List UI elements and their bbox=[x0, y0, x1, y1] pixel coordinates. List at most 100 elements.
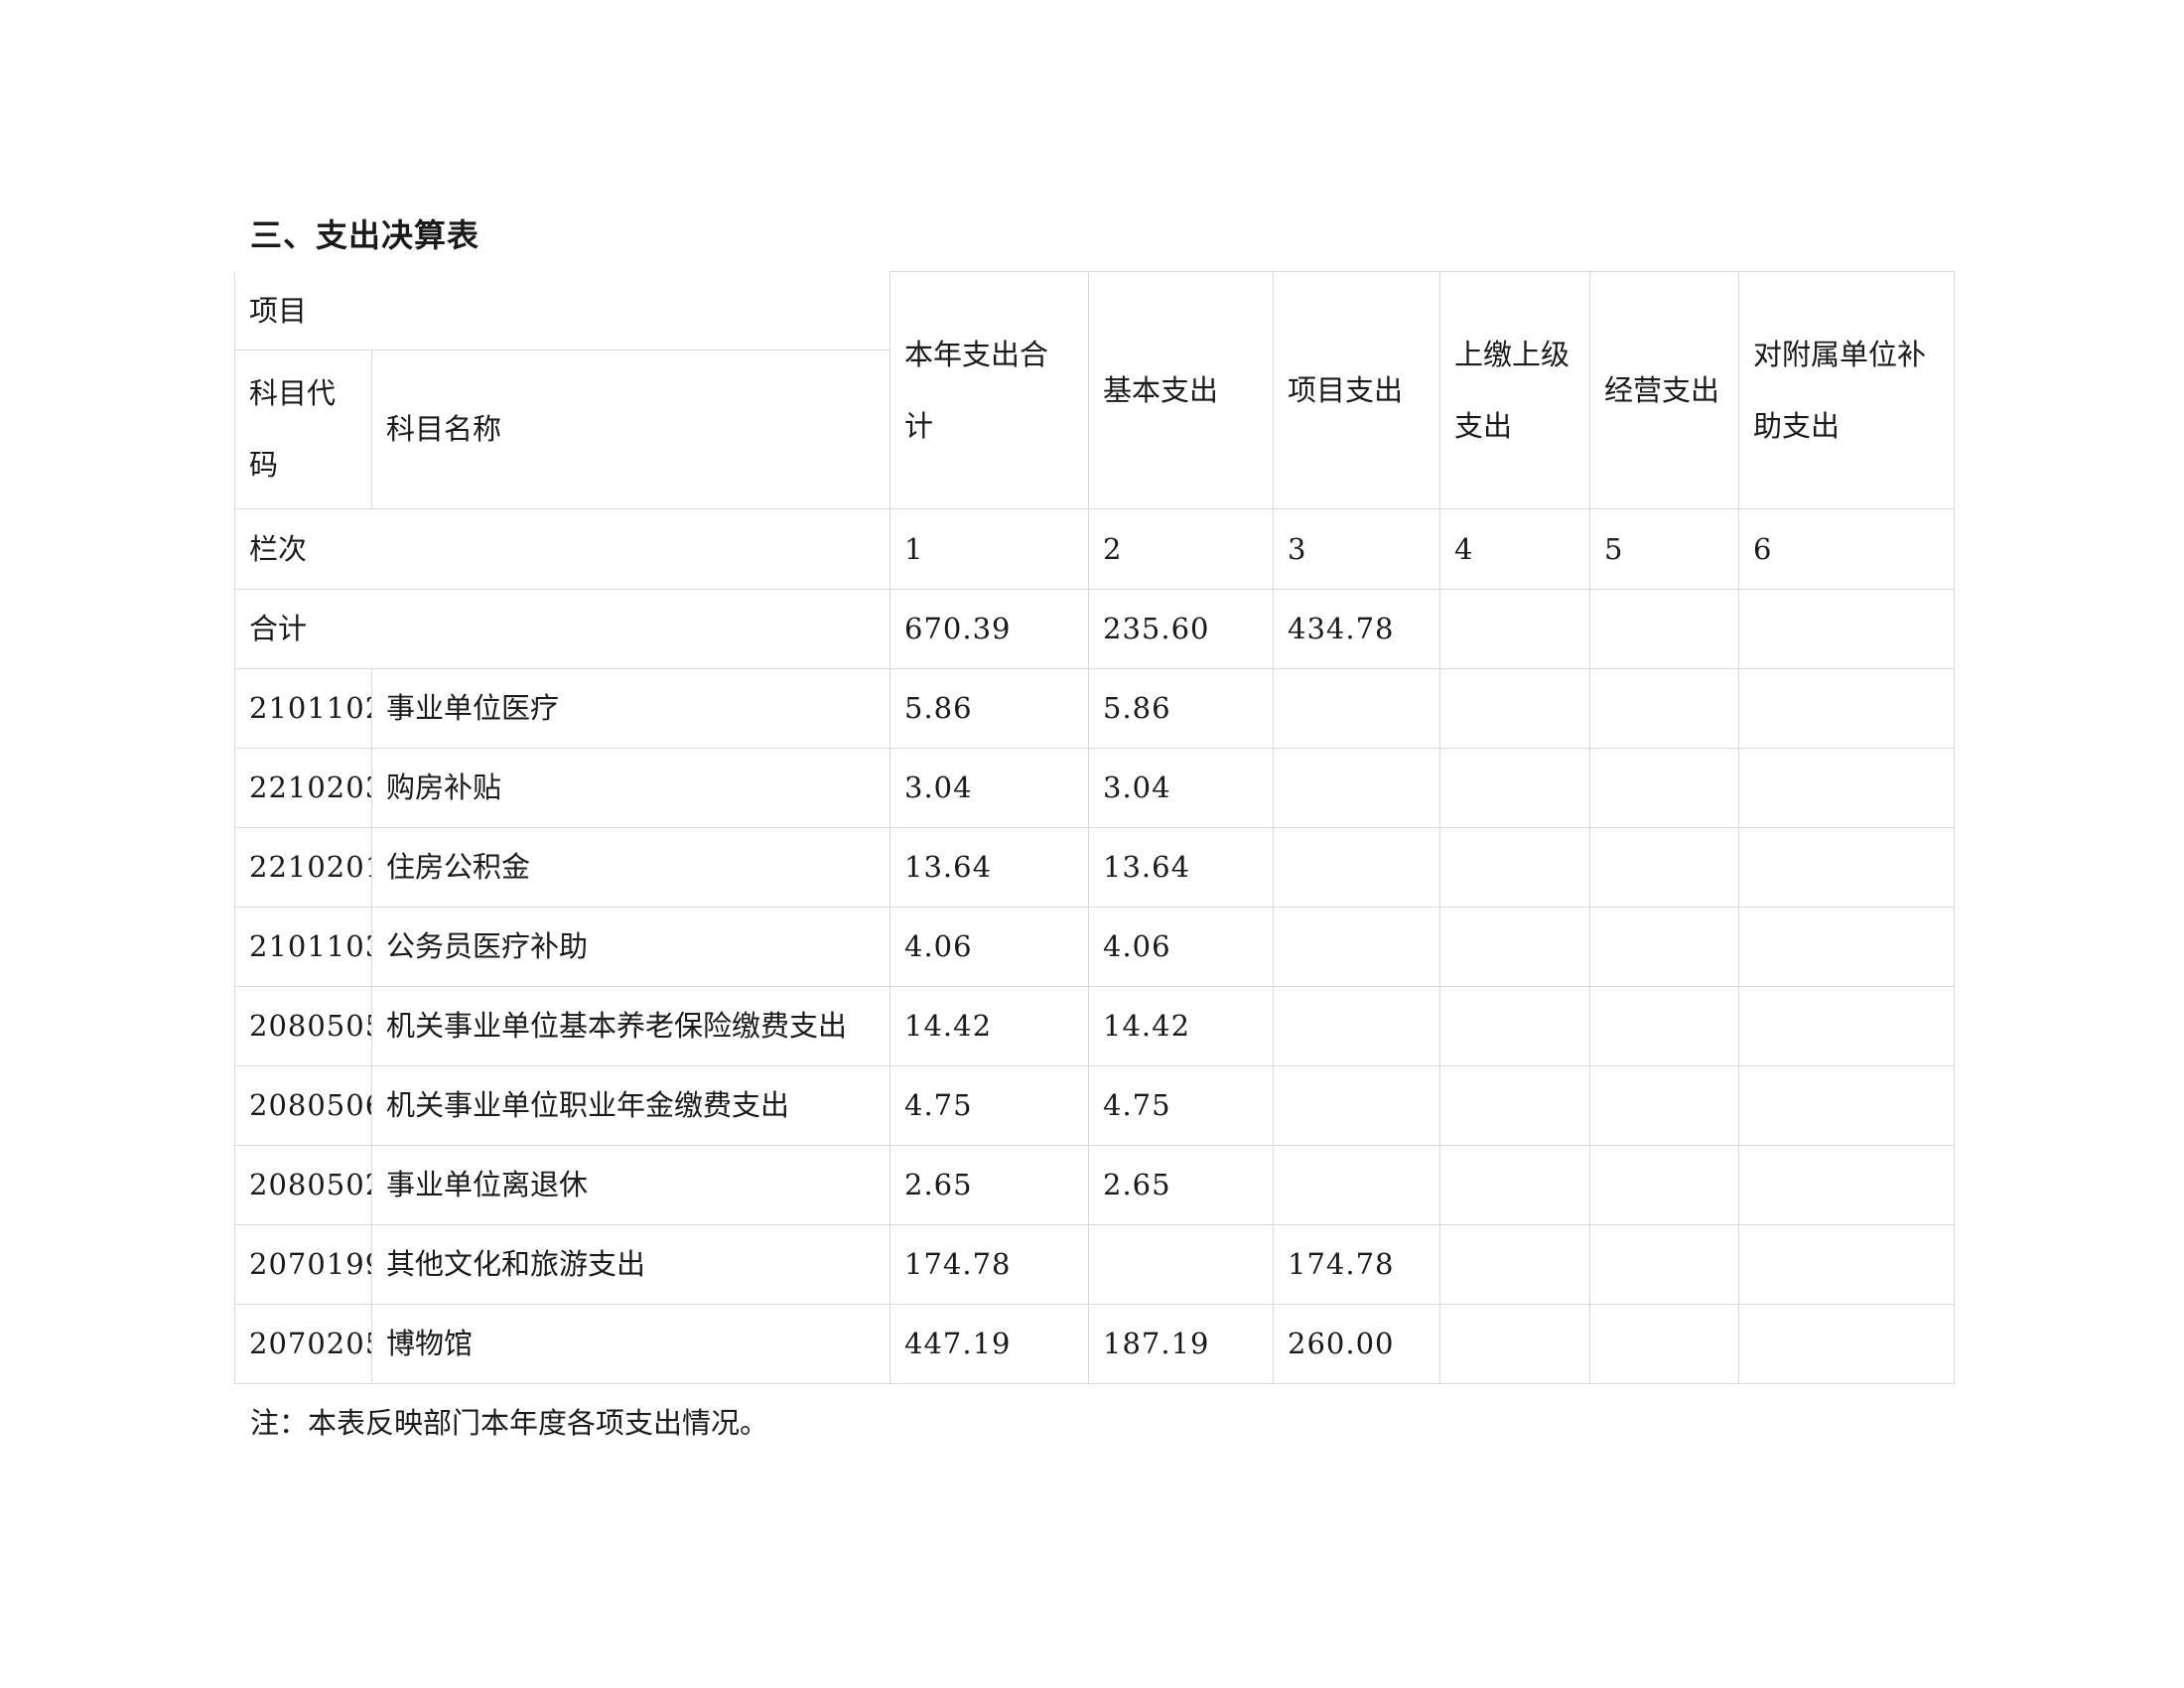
table-row: 2101103 公务员医疗补助 4.06 4.06 bbox=[234, 906, 1956, 987]
row-total: 5.86 bbox=[889, 667, 1090, 749]
column-index-4: 4 bbox=[1439, 507, 1591, 590]
row-code: 2101102 bbox=[234, 667, 372, 749]
column-index-3: 3 bbox=[1273, 507, 1441, 590]
row-total: 4.06 bbox=[889, 906, 1090, 987]
row-business bbox=[1589, 1064, 1740, 1146]
total-total: 670.39 bbox=[889, 588, 1090, 669]
row-upper bbox=[1439, 1144, 1591, 1225]
total-basic: 235.60 bbox=[1088, 588, 1275, 669]
row-project bbox=[1273, 1144, 1441, 1225]
table-row: 2210201 住房公积金 13.64 13.64 bbox=[234, 826, 1956, 908]
row-code: 2101103 bbox=[234, 906, 372, 987]
row-code: 2070199 bbox=[234, 1223, 372, 1305]
table-title: 三、支出决算表 bbox=[250, 216, 480, 254]
header-name: 科目名称 bbox=[370, 349, 891, 509]
row-total: 14.42 bbox=[889, 985, 1090, 1066]
row-subsidy bbox=[1738, 667, 1956, 749]
row-total: 4.75 bbox=[889, 1064, 1090, 1146]
expenditure-table: 项目 本年支出合计 基本支出 项目支出 上缴上级支出 经营支出 对附属单位补助支… bbox=[233, 271, 1956, 1384]
total-business bbox=[1589, 588, 1740, 669]
row-basic: 13.64 bbox=[1088, 826, 1275, 908]
row-business bbox=[1589, 826, 1740, 908]
row-name: 机关事业单位职业年金缴费支出 bbox=[370, 1064, 891, 1146]
row-basic: 4.06 bbox=[1088, 906, 1275, 987]
header-code: 科目代码 bbox=[234, 349, 372, 509]
table-row: 2070199 其他文化和旅游支出 174.78 174.78 bbox=[234, 1223, 1956, 1305]
total-project: 434.78 bbox=[1273, 588, 1441, 669]
row-business bbox=[1589, 985, 1740, 1066]
row-upper bbox=[1439, 1303, 1591, 1384]
row-code: 2080505 bbox=[234, 985, 372, 1066]
row-subsidy bbox=[1738, 826, 1956, 908]
row-subsidy bbox=[1738, 1303, 1956, 1384]
row-basic: 3.04 bbox=[1088, 747, 1275, 828]
column-index-1: 1 bbox=[889, 507, 1090, 590]
table-row: 2080506 机关事业单位职业年金缴费支出 4.75 4.75 bbox=[234, 1064, 1956, 1146]
total-label: 合计 bbox=[233, 588, 891, 669]
header-basic: 基本支出 bbox=[1088, 271, 1275, 509]
row-basic: 4.75 bbox=[1088, 1064, 1275, 1146]
row-code: 2080502 bbox=[234, 1144, 372, 1225]
row-code: 2210201 bbox=[234, 826, 372, 908]
row-name: 事业单位离退休 bbox=[370, 1144, 891, 1225]
table-row: 2210203 购房补贴 3.04 3.04 bbox=[234, 747, 1956, 828]
row-project bbox=[1273, 747, 1441, 828]
row-subsidy bbox=[1738, 1223, 1956, 1305]
table-row: 2101102 事业单位医疗 5.86 5.86 bbox=[234, 667, 1956, 749]
row-project bbox=[1273, 906, 1441, 987]
row-subsidy bbox=[1738, 985, 1956, 1066]
row-project: 174.78 bbox=[1273, 1223, 1441, 1305]
row-project bbox=[1273, 826, 1441, 908]
row-total: 174.78 bbox=[889, 1223, 1090, 1305]
table-note: 注：本表反映部门本年度各项支出情况。 bbox=[250, 1406, 769, 1440]
row-name: 博物馆 bbox=[370, 1303, 891, 1384]
column-index-5: 5 bbox=[1589, 507, 1740, 590]
column-index-2: 2 bbox=[1088, 507, 1275, 590]
row-name: 机关事业单位基本养老保险缴费支出 bbox=[370, 985, 891, 1066]
row-subsidy bbox=[1738, 1144, 1956, 1225]
header-item: 项目 bbox=[233, 271, 891, 351]
total-row: 合计 670.39 235.60 434.78 bbox=[233, 588, 1956, 669]
row-project bbox=[1273, 667, 1441, 749]
header-subsidy: 对附属单位补助支出 bbox=[1738, 271, 1956, 509]
row-business bbox=[1589, 667, 1740, 749]
table-row: 2080505 机关事业单位基本养老保险缴费支出 14.42 14.42 bbox=[234, 985, 1956, 1066]
header-total: 本年支出合计 bbox=[889, 271, 1090, 509]
row-business bbox=[1589, 1223, 1740, 1305]
row-business bbox=[1589, 906, 1740, 987]
row-total: 447.19 bbox=[889, 1303, 1090, 1384]
header-upper: 上缴上级支出 bbox=[1439, 271, 1591, 509]
header-business: 经营支出 bbox=[1589, 271, 1740, 509]
total-subsidy bbox=[1738, 588, 1956, 669]
column-index-6: 6 bbox=[1738, 507, 1956, 590]
row-basic: 2.65 bbox=[1088, 1144, 1275, 1225]
column-index-label: 栏次 bbox=[233, 507, 891, 590]
row-upper bbox=[1439, 667, 1591, 749]
row-code: 2080506 bbox=[234, 1064, 372, 1146]
row-subsidy bbox=[1738, 747, 1956, 828]
row-business bbox=[1589, 747, 1740, 828]
row-name: 住房公积金 bbox=[370, 826, 891, 908]
row-upper bbox=[1439, 747, 1591, 828]
total-upper bbox=[1439, 588, 1591, 669]
row-project: 260.00 bbox=[1273, 1303, 1441, 1384]
table-row: 2080502 事业单位离退休 2.65 2.65 bbox=[234, 1144, 1956, 1225]
row-upper bbox=[1439, 985, 1591, 1066]
row-code: 2210203 bbox=[234, 747, 372, 828]
row-name: 其他文化和旅游支出 bbox=[370, 1223, 891, 1305]
row-upper bbox=[1439, 1064, 1591, 1146]
column-index-row: 栏次 1 2 3 4 5 6 bbox=[233, 507, 1956, 590]
row-total: 3.04 bbox=[889, 747, 1090, 828]
row-basic: 14.42 bbox=[1088, 985, 1275, 1066]
header-row-item: 项目 本年支出合计 基本支出 项目支出 上缴上级支出 经营支出 对附属单位补助支… bbox=[233, 271, 1956, 509]
row-basic bbox=[1088, 1223, 1275, 1305]
row-code: 2070205 bbox=[234, 1303, 372, 1384]
row-upper bbox=[1439, 1223, 1591, 1305]
row-name: 公务员医疗补助 bbox=[370, 906, 891, 987]
row-business bbox=[1589, 1303, 1740, 1384]
row-basic: 187.19 bbox=[1088, 1303, 1275, 1384]
row-upper bbox=[1439, 826, 1591, 908]
table-row: 2070205 博物馆 447.19 187.19 260.00 bbox=[234, 1303, 1956, 1384]
header-project: 项目支出 bbox=[1273, 271, 1441, 509]
row-total: 13.64 bbox=[889, 826, 1090, 908]
